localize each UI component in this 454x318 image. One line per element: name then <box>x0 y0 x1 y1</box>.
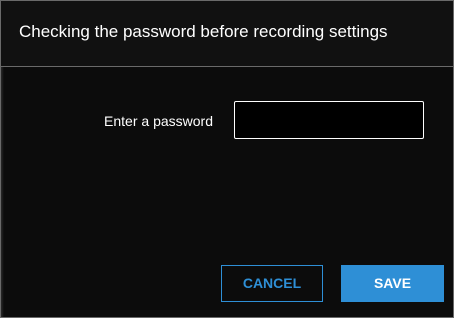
cancel-button[interactable]: CANCEL <box>221 265 323 302</box>
dialog-edge-shading <box>1 67 4 317</box>
save-button[interactable]: SAVE <box>341 265 444 302</box>
dialog-title: Checking the password before recording s… <box>19 22 388 41</box>
dialog-header: Checking the password before recording s… <box>1 1 453 67</box>
password-label: Enter a password <box>104 113 213 129</box>
password-check-dialog: Checking the password before recording s… <box>0 0 454 318</box>
password-input[interactable] <box>234 101 424 139</box>
